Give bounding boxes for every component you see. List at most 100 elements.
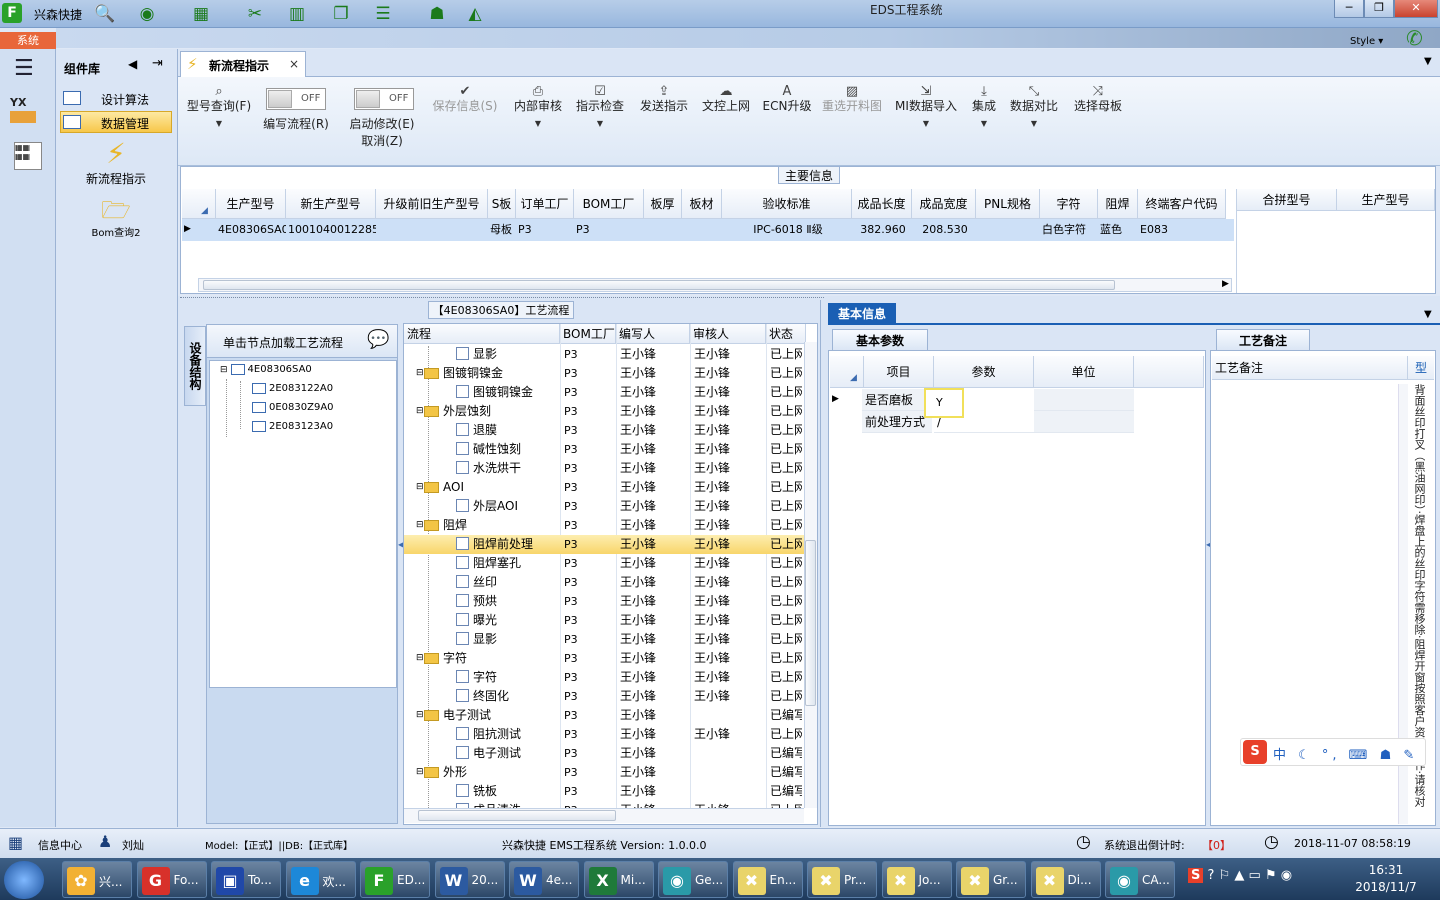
dropdown-arrow-icon[interactable]: ▼: [184, 116, 254, 132]
tray-expand-icon[interactable]: ▲: [1234, 868, 1244, 883]
expand-toggle-icon[interactable]: ⊟: [416, 478, 424, 497]
col-header[interactable]: 流程: [404, 324, 560, 344]
ecn-upgrade-button[interactable]: A ECN升级: [760, 84, 814, 114]
col-header[interactable]: 板厚: [644, 189, 682, 219]
taskbar-item[interactable]: ✖ Jo...: [881, 861, 952, 898]
start-button[interactable]: [4, 861, 44, 899]
cell[interactable]: 10010400122854: [286, 219, 376, 241]
taskbar-item[interactable]: W 20...: [434, 861, 505, 898]
nav-item-data-management[interactable]: 数据管理: [60, 111, 172, 133]
style-menu[interactable]: Style ▾: [1350, 36, 1383, 47]
table-row[interactable]: 字符 P3 王小锋 王小锋 已上网: [404, 668, 804, 687]
param-value-editor[interactable]: Y: [924, 388, 964, 418]
col-header[interactable]: 板材: [682, 189, 722, 219]
expand-toggle-icon[interactable]: ⊟: [416, 402, 424, 421]
reselect-cutting-chart-button[interactable]: ▨ 重选开料图: [818, 84, 886, 114]
table-row[interactable]: 电子测试 P3 王小锋 已编写: [404, 744, 804, 763]
ime-toolbar[interactable]: S 中 ☾ °, ⌨ ☗ ✎: [1240, 738, 1426, 766]
cell[interactable]: 4E08306SA0: [216, 219, 286, 241]
table-row[interactable]: 退膜 P3 王小锋 王小锋 已上网: [404, 421, 804, 440]
system-tray[interactable]: S ? ⚐ ▲ ▭ ⚑ ◉: [1188, 868, 1292, 883]
list-icon[interactable]: ☰: [370, 3, 396, 25]
grid-icon[interactable]: ▦: [188, 3, 214, 25]
nav-item-design-algorithm[interactable]: 设计算法: [60, 87, 172, 109]
table-row[interactable]: ⊟图镀铜镍金 P3 王小锋 王小锋 已上网: [404, 364, 804, 383]
table-row[interactable]: 阻焊前处理 P3 王小锋 王小锋 已上网: [404, 535, 804, 554]
table-row[interactable]: 预烘 P3 王小锋 王小锋 已上网: [404, 592, 804, 611]
tree-node[interactable]: 2E083122A0: [252, 381, 333, 397]
cell[interactable]: 208.530: [912, 219, 976, 241]
basic-params-tab[interactable]: 基本参数: [832, 329, 928, 351]
table-row[interactable]: 图镀铜镍金 P3 王小锋 王小锋 已上网: [404, 383, 804, 402]
dropdown-arrow-icon[interactable]: ▼: [966, 116, 1002, 132]
col-header[interactable]: BOM工厂: [560, 324, 616, 344]
table-row[interactable]: 曝光 P3 王小锋 王小锋 已上网: [404, 611, 804, 630]
tree-node[interactable]: 2E083123A0: [252, 419, 333, 435]
table-row[interactable]: 显影 P3 王小锋 王小锋 已上网: [404, 630, 804, 649]
col-header[interactable]: 生产型号: [1337, 189, 1435, 211]
new-flow-indicator-item[interactable]: ⚡ 新流程指示: [60, 138, 172, 187]
expand-toggle-icon[interactable]: ⊟: [416, 763, 424, 782]
col-header[interactable]: BOM工厂: [574, 189, 644, 219]
basic-info-tab[interactable]: 基本信息: [828, 303, 896, 325]
table-row[interactable]: 铣板 P3 王小锋 已编写: [404, 782, 804, 801]
vertical-splitter[interactable]: [820, 300, 828, 827]
film-icon[interactable]: ▥: [284, 3, 310, 25]
col-header[interactable]: PNL规格: [976, 189, 1040, 219]
taskbar-item[interactable]: ◉ Ge...: [658, 861, 728, 898]
cell[interactable]: P3: [516, 219, 574, 241]
col-header[interactable]: 生产型号: [216, 189, 286, 219]
cell[interactable]: IPC-6018 Ⅱ级: [722, 219, 852, 241]
select-master-board-button[interactable]: ⤨ 选择母板: [1068, 84, 1128, 114]
taskbar-item[interactable]: ✖ Di...: [1030, 861, 1101, 898]
table-row[interactable]: 外层AOI P3 王小锋 王小锋 已上网: [404, 497, 804, 516]
taskbar-item[interactable]: G Fo...: [136, 861, 207, 898]
col-header[interactable]: 阻焊: [1098, 189, 1138, 219]
tree-node-root[interactable]: ⊟ 4E08306SA0: [220, 362, 312, 378]
scroll-right-icon[interactable]: ▶: [1222, 279, 1229, 289]
table-row[interactable]: 阻焊塞孔 P3 王小锋 王小锋 已上网: [404, 554, 804, 573]
doc-control-online-button[interactable]: ☁ 文控上网: [698, 84, 754, 114]
col-header[interactable]: S板: [488, 189, 516, 219]
col-header[interactable]: 升级前旧生产型号: [376, 189, 488, 219]
col-header-item[interactable]: 项目: [864, 356, 934, 388]
internal-review-button[interactable]: ⎙ 内部审核 ▼: [510, 84, 566, 132]
send-indicator-button[interactable]: ⇪ 发送指示: [636, 84, 692, 114]
table-row[interactable]: ⊟外层蚀刻 P3 王小锋 王小锋 已上网: [404, 402, 804, 421]
calculator-icon[interactable]: ▦▦ ▦▦: [14, 142, 42, 170]
table-row[interactable]: ⊟字符 P3 王小锋 王小锋 已上网: [404, 649, 804, 668]
model-query-button[interactable]: ⌕ 型号查询(F) ▼: [184, 84, 254, 132]
expand-toggle-icon[interactable]: ⊟: [416, 364, 424, 383]
taskbar-item[interactable]: e 欢...: [285, 861, 356, 898]
scrollbar-thumb[interactable]: [203, 280, 1115, 290]
network-icon[interactable]: ⚐: [1219, 868, 1231, 883]
cell[interactable]: 白色字符: [1040, 219, 1098, 241]
menu-icon[interactable]: ☰: [14, 56, 34, 81]
table-row[interactable]: 水洗烘干 P3 王小锋 王小锋 已上网: [404, 459, 804, 478]
col-header[interactable]: 终端客户代码: [1138, 189, 1226, 219]
phone-icon[interactable]: ✆: [1406, 26, 1423, 50]
taskbar-item[interactable]: F ED...: [360, 861, 430, 898]
col-header[interactable]: 合拼型号: [1237, 189, 1337, 211]
volume-icon[interactable]: ◉: [1281, 868, 1292, 883]
col-header[interactable]: 订单工厂: [516, 189, 574, 219]
start-modify-toggle[interactable]: OFF: [354, 88, 414, 110]
table-row[interactable]: 丝印 P3 王小锋 王小锋 已上网: [404, 573, 804, 592]
chart-icon[interactable]: ◭: [462, 3, 488, 25]
cancel-label[interactable]: 取消(Z): [344, 133, 420, 149]
sogou-icon[interactable]: S: [1188, 868, 1204, 883]
col-header[interactable]: 成品宽度: [912, 189, 976, 219]
dropdown-arrow-icon[interactable]: ▼: [1006, 116, 1062, 132]
table-row[interactable]: ⊟外形 P3 王小锋 已编写: [404, 763, 804, 782]
write-flow-toggle[interactable]: OFF: [266, 88, 326, 110]
process-notes-tab[interactable]: 工艺备注: [1216, 329, 1310, 351]
col-header[interactable]: 验收标准: [722, 189, 852, 219]
display-icon[interactable]: ▭: [1249, 868, 1261, 883]
help-icon[interactable]: ?: [1208, 868, 1215, 883]
lifebuoy-icon[interactable]: ◉: [134, 3, 160, 25]
cell[interactable]: 382.960: [852, 219, 912, 241]
col-header[interactable]: 编写人: [616, 324, 690, 344]
col-header-param[interactable]: 参数: [934, 356, 1034, 388]
cell[interactable]: P3: [574, 219, 644, 241]
taskbar-item[interactable]: ◉ CA...: [1105, 861, 1175, 898]
